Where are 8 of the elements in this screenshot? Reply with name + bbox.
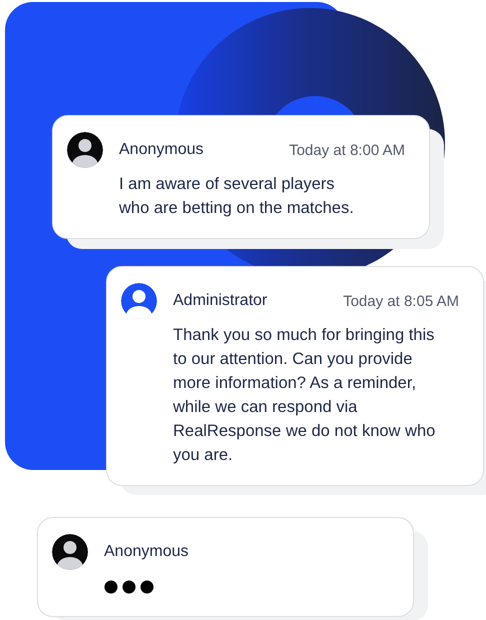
message-time: Today at 8:00 AM: [289, 142, 406, 158]
message-text: Thank you so much for bringing this to our attention. Can you provide more information? As a reminder, while we can respond via RealResponse we do not know who you are.: [173, 325, 436, 466]
author-name: Anonymous: [119, 141, 204, 159]
author-name: Anonymous: [104, 543, 188, 561]
message-text: I am aware of several players who are betting on the matches.: [119, 174, 355, 219]
message-time: Today at 8:05 AM: [343, 292, 460, 310]
author-name: Administrator: [173, 292, 268, 310]
typing-indicator-icon: [104, 580, 154, 594]
